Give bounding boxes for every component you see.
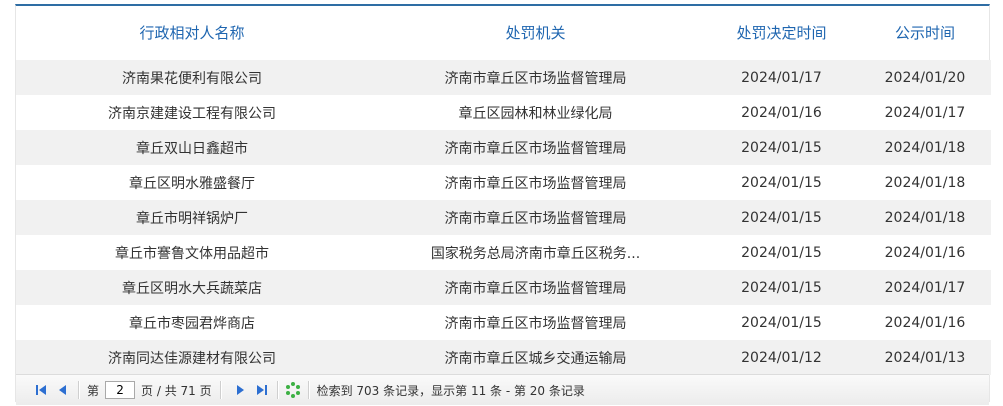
cell-authority: 济南市章丘区城乡交通运输局: [444, 350, 627, 367]
table-body: 济南果花便利有限公司 济南市章丘区市场监督管理局 2024/01/17 2024/01…: [16, 60, 991, 375]
cell-authority: 济南市章丘区市场监督管理局: [444, 140, 627, 157]
cell-publish-date: 2024/01/13: [884, 349, 966, 366]
table-row[interactable]: 章丘市明祥锅炉厂 济南市章丘区市场监督管理局 2024/01/15 2024/01/1…: [16, 200, 991, 235]
cell-publish-date: 2024/01/20: [884, 69, 966, 86]
cell-publish-date: 2024/01/16: [884, 244, 966, 261]
table-row[interactable]: 章丘区明水大兵蔬菜店 济南市章丘区市场监督管理局 2024/01/15 2024/01…: [16, 270, 991, 305]
cell-name[interactable]: 济南同达佳源建材有限公司: [16, 348, 368, 368]
page-number-input[interactable]: [105, 381, 136, 399]
first-page-icon[interactable]: [32, 381, 50, 399]
table-row[interactable]: 济南京建建设工程有限公司 章丘区园林和林业绿化局 2024/01/16 2024/01…: [16, 95, 991, 130]
cell-publish-date: 2024/01/17: [884, 104, 966, 121]
table-row[interactable]: 济南果花便利有限公司 济南市章丘区市场监督管理局 2024/01/17 2024/01…: [16, 60, 991, 95]
pagination-bar: 第 页 / 共 71 页 检索到 703 条记录，显示第 11 条 - 第 20…: [16, 374, 989, 405]
cell-name[interactable]: 章丘市枣园君烨商店: [16, 313, 368, 333]
cell-name[interactable]: 章丘市謇鲁文体用品超市: [16, 243, 368, 263]
cell-authority: 国家税务总局济南市章丘区税务...: [430, 245, 641, 262]
cell-authority: 济南市章丘区市场监督管理局: [444, 315, 627, 332]
cell-authority: 济南市章丘区市场监督管理局: [444, 175, 627, 192]
cell-publish-date: 2024/01/18: [884, 139, 966, 156]
prev-page-icon[interactable]: [54, 381, 72, 399]
cell-decision-date: 2024/01/12: [741, 349, 822, 366]
table-header: 行政相对人名称 处罚机关 处罚决定时间 公示时间: [16, 6, 991, 58]
cell-authority: 济南市章丘区市场监督管理局: [444, 280, 627, 297]
cell-decision-date: 2024/01/16: [741, 104, 822, 121]
pager-divider: [219, 381, 221, 399]
cell-name[interactable]: 济南果花便利有限公司: [16, 68, 368, 88]
cell-publish-date: 2024/01/18: [884, 174, 966, 191]
cell-decision-date: 2024/01/15: [741, 139, 822, 156]
page-suffix: 页 / 共 71 页: [141, 383, 212, 398]
cell-decision-date: 2024/01/15: [741, 209, 822, 226]
cell-authority: 济南市章丘区市场监督管理局: [444, 70, 627, 87]
cell-decision-date: 2024/01/17: [741, 69, 822, 86]
cell-name[interactable]: 章丘区明水雅盛餐厅: [16, 173, 368, 193]
cell-authority: 章丘区园林和林业绿化局: [458, 105, 613, 122]
header-authority[interactable]: 处罚机关: [368, 22, 703, 43]
pager-divider: [307, 381, 309, 399]
cell-name[interactable]: 济南京建建设工程有限公司: [16, 103, 368, 123]
page-prefix: 第: [87, 383, 100, 398]
table-row[interactable]: 章丘市謇鲁文体用品超市 国家税务总局济南市章丘区税务... 2024/01/15 20…: [16, 235, 991, 270]
cell-publish-date: 2024/01/17: [884, 279, 966, 296]
last-page-icon[interactable]: [253, 381, 271, 399]
refresh-icon[interactable]: [284, 381, 302, 399]
pager-divider: [276, 381, 278, 399]
pager-divider: [78, 381, 79, 399]
table-row[interactable]: 章丘市枣园君烨商店 济南市章丘区市场监督管理局 2024/01/15 2024/01/…: [16, 305, 991, 340]
cell-decision-date: 2024/01/15: [741, 314, 822, 331]
cell-publish-date: 2024/01/18: [884, 209, 966, 226]
header-publish-date[interactable]: 公示时间: [860, 22, 990, 43]
cell-publish-date: 2024/01/16: [884, 314, 966, 331]
cell-name[interactable]: 章丘区明水大兵蔬菜店: [16, 278, 368, 298]
table-row[interactable]: 济南同达佳源建材有限公司 济南市章丘区城乡交通运输局 2024/01/12 2024/…: [16, 340, 991, 375]
header-name[interactable]: 行政相对人名称: [16, 22, 368, 43]
cell-decision-date: 2024/01/15: [741, 244, 822, 261]
cell-decision-date: 2024/01/15: [741, 279, 822, 296]
pager-summary: 检索到 703 条记录，显示第 11 条 - 第 20 条记录: [316, 383, 585, 398]
cell-authority: 济南市章丘区市场监督管理局: [444, 210, 627, 227]
cell-name[interactable]: 章丘双山日鑫超市: [16, 138, 368, 158]
cell-name[interactable]: 章丘市明祥锅炉厂: [16, 208, 368, 228]
results-panel: 行政相对人名称 处罚机关 处罚决定时间 公示时间 济南果花便利有限公司济南市章丘…: [15, 4, 991, 405]
cell-decision-date: 2024/01/15: [741, 174, 822, 191]
header-decision-date[interactable]: 处罚决定时间: [703, 22, 860, 43]
table-row[interactable]: 章丘区明水雅盛餐厅 济南市章丘区市场监督管理局 2024/01/15 2024/01/…: [16, 165, 991, 200]
next-page-icon[interactable]: [231, 381, 249, 399]
table-row[interactable]: 章丘双山日鑫超市 济南市章丘区市场监督管理局 2024/01/15 2024/01/1…: [16, 130, 991, 165]
